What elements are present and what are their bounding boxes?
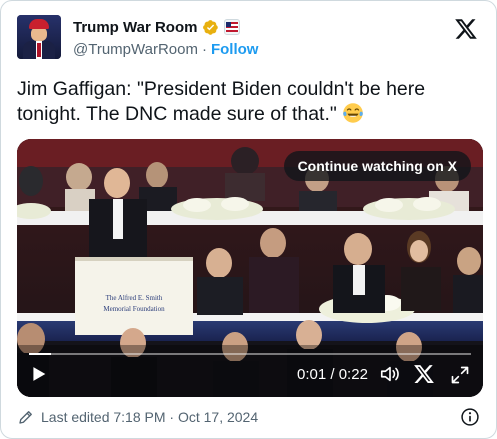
x-logo-icon[interactable] (454, 17, 478, 41)
video-current-time: 0:01 (297, 366, 327, 383)
laughing-tears-emoji-icon (343, 103, 364, 123)
avatar-hat (29, 19, 49, 29)
post-footer: Last edited 7:18 PM · Oct 17, 2024 (17, 405, 482, 429)
handle-separator: · (201, 41, 207, 58)
continue-watching-button[interactable]: Continue watching on X (283, 151, 471, 181)
author-handle[interactable]: @TrumpWarRoom (73, 41, 198, 58)
video-controls: 0:01 / 0:22 (17, 345, 483, 397)
lectern-sign-line-2: Memorial Foundation (103, 305, 165, 313)
pencil-icon (19, 411, 32, 424)
lectern-sign-line-1: The Alfred E. Smith (106, 294, 163, 302)
author-display-name[interactable]: Trump War Room (73, 19, 197, 36)
post-text: Jim Gaffigan: "President Biden couldn't … (17, 77, 487, 127)
author-handle-row: @TrumpWarRoom · Follow (73, 41, 258, 58)
info-icon[interactable] (460, 407, 480, 427)
verified-badge-icon[interactable] (202, 19, 219, 36)
follow-button[interactable]: Follow (211, 41, 259, 58)
video-player[interactable]: The Alfred E. Smith Memorial Foundation … (17, 139, 483, 397)
last-edited-link[interactable]: Last edited 7:18 PM · Oct 17, 2024 (41, 409, 258, 425)
volume-icon[interactable] (379, 363, 401, 385)
avatar[interactable] (17, 15, 61, 59)
video-progress-bar[interactable] (29, 353, 471, 355)
flag-icon (226, 22, 239, 32)
video-progress-fill (29, 353, 52, 355)
affiliate-badge-icon[interactable] (224, 19, 241, 35)
avatar-face (31, 27, 47, 41)
post-card: Trump War Room @TrumpWarRoom · Follow Ji… (0, 0, 497, 439)
play-icon[interactable] (27, 363, 49, 385)
author-name-row: Trump War Room (73, 17, 241, 37)
video-duration: 0:22 (338, 366, 368, 383)
post-header: Trump War Room @TrumpWarRoom · Follow (17, 13, 482, 61)
avatar-tie (37, 43, 41, 57)
x-logo-icon[interactable] (413, 363, 435, 385)
video-time: 0:01 / 0:22 (297, 366, 368, 383)
fullscreen-icon[interactable] (450, 365, 470, 385)
video-time-separator: / (326, 366, 339, 383)
